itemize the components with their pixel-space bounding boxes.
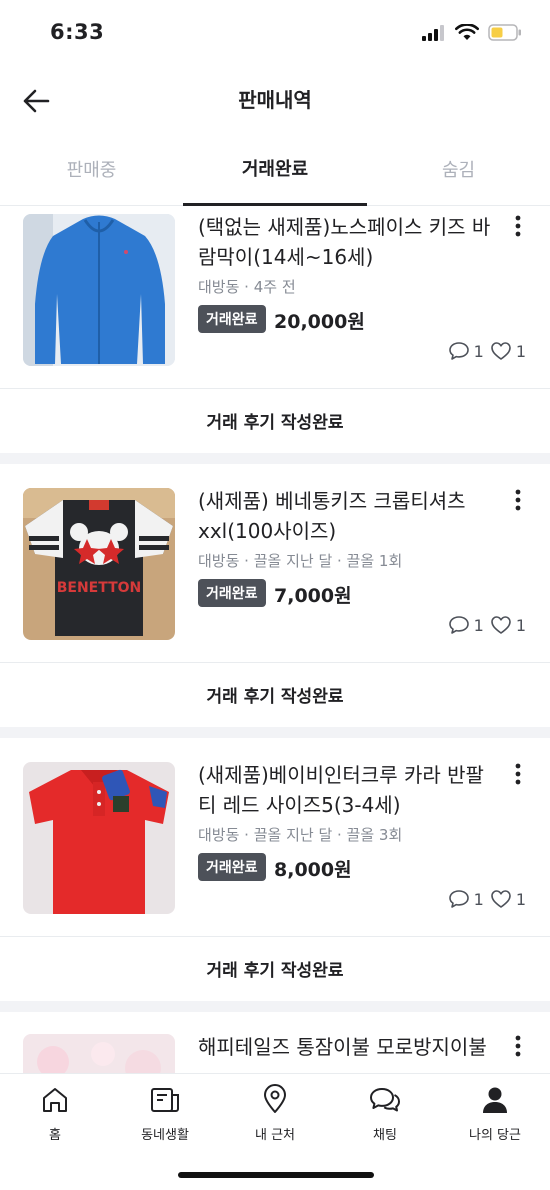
item-thumbnail (23, 1034, 175, 1073)
wifi-icon (455, 24, 479, 40)
nav-nearby-label: 내 근처 (254, 1128, 295, 1143)
list-item[interactable]: (택없는 새제품)노스페이스 키즈 바람막이(14세~16세) 대방동 · 4주… (0, 207, 550, 452)
list-item[interactable]: BENETTON (새제품) 베네통키즈 크롭티셔츠 xxl(100사이즈) 대… (0, 464, 550, 727)
nav-home[interactable]: 홈 (0, 1074, 110, 1154)
sales-tabs: 판매중 거래완료 숨김 (0, 132, 550, 206)
item-title[interactable]: (새제품)베이비인터크루 카라 반팔티 레드 사이즈5(3-4세) (198, 760, 498, 820)
more-vertical-icon (515, 215, 521, 237)
status-icons (422, 24, 522, 41)
review-status-row[interactable]: 거래 후기 작성완료 (0, 388, 550, 452)
heart-icon (491, 342, 511, 360)
section-divider (0, 1001, 550, 1012)
tab-completed[interactable]: 거래완료 (183, 132, 367, 206)
list-item[interactable]: (새제품)베이비인터크루 카라 반팔티 레드 사이즈5(3-4세) 대방동 · … (0, 738, 550, 1001)
chat-count: 1 (473, 615, 484, 635)
item-thumbnail (23, 214, 175, 366)
nav-chat-label: 채팅 (373, 1128, 397, 1143)
nav-neighborhood-label: 동네생활 (141, 1128, 189, 1143)
item-title[interactable]: (택없는 새제품)노스페이스 키즈 바람막이(14세~16세) (198, 212, 498, 272)
item-price: 7,000원 (274, 585, 352, 607)
status-badge: 거래완료 (198, 853, 266, 881)
review-status-label: 거래 후기 작성완료 (206, 961, 344, 981)
item-thumbnail (23, 762, 175, 914)
nav-chat[interactable]: 채팅 (330, 1074, 440, 1154)
sales-list: (택없는 새제품)노스페이스 키즈 바람막이(14세~16세) 대방동 · 4주… (0, 207, 550, 1073)
status-badge: 거래완료 (198, 305, 266, 333)
item-thumbnail: BENETTON (23, 488, 175, 640)
blue-jacket-image (23, 214, 175, 366)
more-options-button[interactable] (508, 487, 528, 513)
cellular-signal-icon (422, 24, 444, 41)
nav-nearby[interactable]: 내 근처 (220, 1074, 330, 1154)
like-count: 1 (515, 889, 526, 909)
more-options-button[interactable] (508, 1033, 528, 1059)
chat-bubble-icon (448, 890, 469, 908)
chat-bubble-icon (448, 616, 469, 634)
status-badge: 거래완료 (198, 579, 266, 607)
nav-my-profile[interactable]: 나의 당근 (440, 1074, 550, 1154)
chat-count: 1 (473, 341, 484, 361)
chat-icon (370, 1088, 400, 1112)
location-pin-icon (264, 1084, 286, 1113)
review-status-label: 거래 후기 작성완료 (206, 687, 344, 707)
more-vertical-icon (515, 489, 521, 511)
review-status-row[interactable]: 거래 후기 작성완료 (0, 936, 550, 1000)
item-counts: 1 1 (448, 889, 526, 909)
item-title[interactable]: (새제품) 베네통키즈 크롭티셔츠 xxl(100사이즈) (198, 486, 498, 546)
nav-home-label: 홈 (49, 1128, 61, 1143)
like-count: 1 (515, 615, 526, 635)
chat-bubble-icon (448, 342, 469, 360)
tab-selling[interactable]: 판매중 (0, 132, 183, 206)
section-divider (0, 453, 550, 464)
heart-icon (491, 616, 511, 634)
status-bar: 6:33 (0, 0, 550, 70)
item-meta: 대방동 · 4주 전 (198, 278, 296, 296)
nav-my-profile-label: 나의 당근 (469, 1128, 521, 1143)
blanket-image (23, 1034, 175, 1073)
svg-text:BENETTON: BENETTON (57, 580, 142, 596)
home-indicator (178, 1172, 374, 1178)
item-price: 20,000원 (274, 311, 365, 333)
item-counts: 1 1 (448, 341, 526, 361)
status-time: 6:33 (50, 20, 105, 44)
item-meta: 대방동 · 끌올 지난 달 · 끌올 1회 (198, 552, 403, 570)
item-title[interactable]: 해피테일즈 통잠이불 모로방지이불 (198, 1032, 498, 1062)
red-polo-image (23, 762, 175, 914)
review-status-row[interactable]: 거래 후기 작성완료 (0, 662, 550, 726)
section-divider (0, 727, 550, 738)
neighborhood-icon (151, 1088, 179, 1112)
item-counts: 1 1 (448, 615, 526, 635)
nav-header: 판매내역 (0, 70, 550, 132)
item-price: 8,000원 (274, 859, 352, 881)
list-item[interactable]: 해피테일즈 통잠이불 모로방지이불 (0, 1012, 550, 1073)
profile-icon (483, 1087, 507, 1113)
like-count: 1 (515, 341, 526, 361)
tab-hidden[interactable]: 숨김 (367, 132, 550, 206)
page-title: 판매내역 (238, 88, 312, 112)
item-meta: 대방동 · 끌올 지난 달 · 끌올 3회 (198, 826, 403, 844)
heart-icon (491, 890, 511, 908)
chat-count: 1 (473, 889, 484, 909)
battery-icon (488, 24, 521, 41)
more-options-button[interactable] (508, 213, 528, 239)
review-status-label: 거래 후기 작성완료 (206, 413, 344, 433)
home-icon (43, 1088, 67, 1112)
more-vertical-icon (515, 1035, 521, 1057)
nav-neighborhood[interactable]: 동네생활 (110, 1074, 220, 1154)
benetton-shirt-image: BENETTON (23, 488, 175, 640)
more-vertical-icon (515, 763, 521, 785)
more-options-button[interactable] (508, 761, 528, 787)
